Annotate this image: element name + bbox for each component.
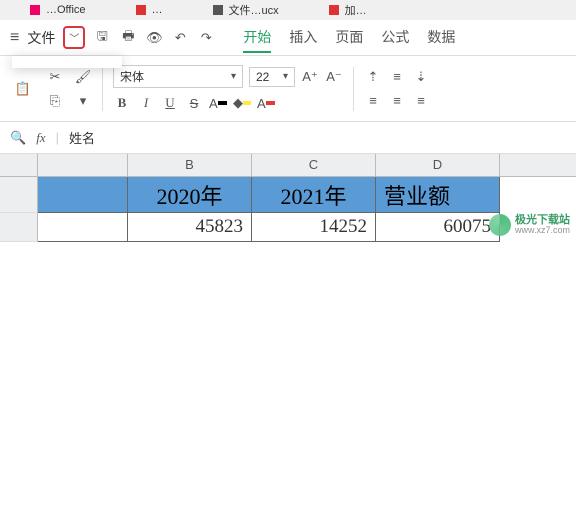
format-painter-dropdown-icon[interactable]: ▾: [74, 92, 92, 110]
app-icon: [329, 5, 339, 15]
cell[interactable]: 2021年: [252, 177, 376, 213]
col-header[interactable]: D: [376, 154, 500, 176]
chevron-down-icon: ▾: [283, 71, 288, 82]
underline-button[interactable]: U: [161, 94, 179, 112]
doc-tabs: …Office … 文件…ucx 加…: [0, 0, 576, 20]
doc-tab[interactable]: 加…: [329, 2, 367, 18]
paste-icon[interactable]: 📋: [10, 76, 36, 102]
file-dropdown-menu: [12, 56, 122, 68]
chevron-down-icon: ▾: [231, 71, 236, 82]
preview-icon[interactable]: 👁: [145, 29, 163, 47]
fill-color-button[interactable]: ◆: [233, 94, 251, 112]
valign-bottom-icon[interactable]: ⇣: [412, 68, 430, 86]
bold-button[interactable]: B: [113, 94, 131, 112]
cell[interactable]: 45823: [128, 213, 252, 242]
hamburger-icon[interactable]: ≡: [10, 29, 19, 47]
undo-icon[interactable]: ↶: [171, 29, 189, 47]
cell[interactable]: [38, 177, 128, 213]
tab-data[interactable]: 数据: [427, 23, 455, 53]
cell[interactable]: 营业额: [376, 177, 500, 213]
fx-label[interactable]: fx: [36, 130, 45, 146]
italic-button[interactable]: I: [137, 94, 155, 112]
strike-button[interactable]: S: [185, 94, 203, 112]
decrease-font-icon[interactable]: A⁻: [325, 68, 343, 86]
format-painter-icon[interactable]: 🖌: [74, 68, 92, 86]
separator: [102, 67, 103, 111]
save-icon[interactable]: 🖫: [93, 29, 111, 47]
formula-bar: 🔍 fx | 姓名: [0, 122, 576, 154]
cut-icon[interactable]: ✂: [46, 68, 64, 86]
app-icon: [213, 5, 223, 15]
column-headers: B C D: [0, 154, 576, 177]
formula-search-icon[interactable]: 🔍: [10, 130, 26, 146]
cell[interactable]: 14252: [252, 213, 376, 242]
font-color-button[interactable]: A: [209, 94, 227, 112]
watermark: 极光下载站 www.xz7.com: [489, 214, 570, 236]
copy-icon[interactable]: ⎘: [46, 92, 64, 110]
doc-tab[interactable]: 文件…ucx: [213, 2, 279, 18]
valign-top-icon[interactable]: ⇡: [364, 68, 382, 86]
tab-start[interactable]: 开始: [243, 23, 271, 53]
watermark-url: www.xz7.com: [515, 226, 570, 235]
doc-tab[interactable]: …: [136, 4, 163, 16]
row-header[interactable]: [0, 177, 38, 213]
app-icon: [136, 5, 146, 15]
tab-page[interactable]: 页面: [335, 23, 363, 53]
watermark-logo-icon: [489, 214, 511, 236]
chevron-down-icon: ﹀: [69, 30, 79, 45]
file-dropdown-button[interactable]: ﹀: [63, 26, 85, 49]
col-header[interactable]: B: [128, 154, 252, 176]
col-header[interactable]: C: [252, 154, 376, 176]
doc-tab[interactable]: …Office: [30, 4, 86, 16]
select-all-corner[interactable]: [0, 154, 38, 176]
highlight-color-button[interactable]: A: [257, 94, 275, 112]
align-left-icon[interactable]: ≡: [364, 92, 382, 110]
tab-insert[interactable]: 插入: [289, 23, 317, 53]
col-header[interactable]: [38, 154, 128, 176]
formula-value[interactable]: 姓名: [69, 128, 95, 147]
font-size-select[interactable]: 22▾: [249, 67, 295, 87]
cell[interactable]: 2020年: [128, 177, 252, 213]
cell[interactable]: [38, 213, 128, 242]
spreadsheet: B C D 2020年 2021年 营业额 458231425260075 极光…: [0, 154, 576, 242]
file-menu-label[interactable]: 文件: [27, 28, 55, 48]
table-header-row: 2020年 2021年 营业额: [0, 177, 576, 213]
align-right-icon[interactable]: ≡: [412, 92, 430, 110]
row-header[interactable]: [0, 213, 38, 242]
separator: [353, 67, 354, 111]
font-family-select[interactable]: 宋体▾: [113, 65, 243, 88]
ribbon-tabs: 开始 插入 页面 公式 数据: [243, 23, 455, 53]
align-center-icon[interactable]: ≡: [388, 92, 406, 110]
tab-formula[interactable]: 公式: [381, 23, 409, 53]
increase-font-icon[interactable]: A⁺: [301, 68, 319, 86]
app-icon: [30, 5, 40, 15]
print-icon[interactable]: 🖶: [119, 29, 137, 47]
redo-icon[interactable]: ↷: [197, 29, 215, 47]
menubar: ≡ 文件 ﹀ 🖫 🖶 👁 ↶ ↷ 开始 插入 页面 公式 数据: [0, 20, 576, 56]
valign-middle-icon[interactable]: ≡: [388, 68, 406, 86]
cell[interactable]: 60075: [376, 213, 500, 242]
